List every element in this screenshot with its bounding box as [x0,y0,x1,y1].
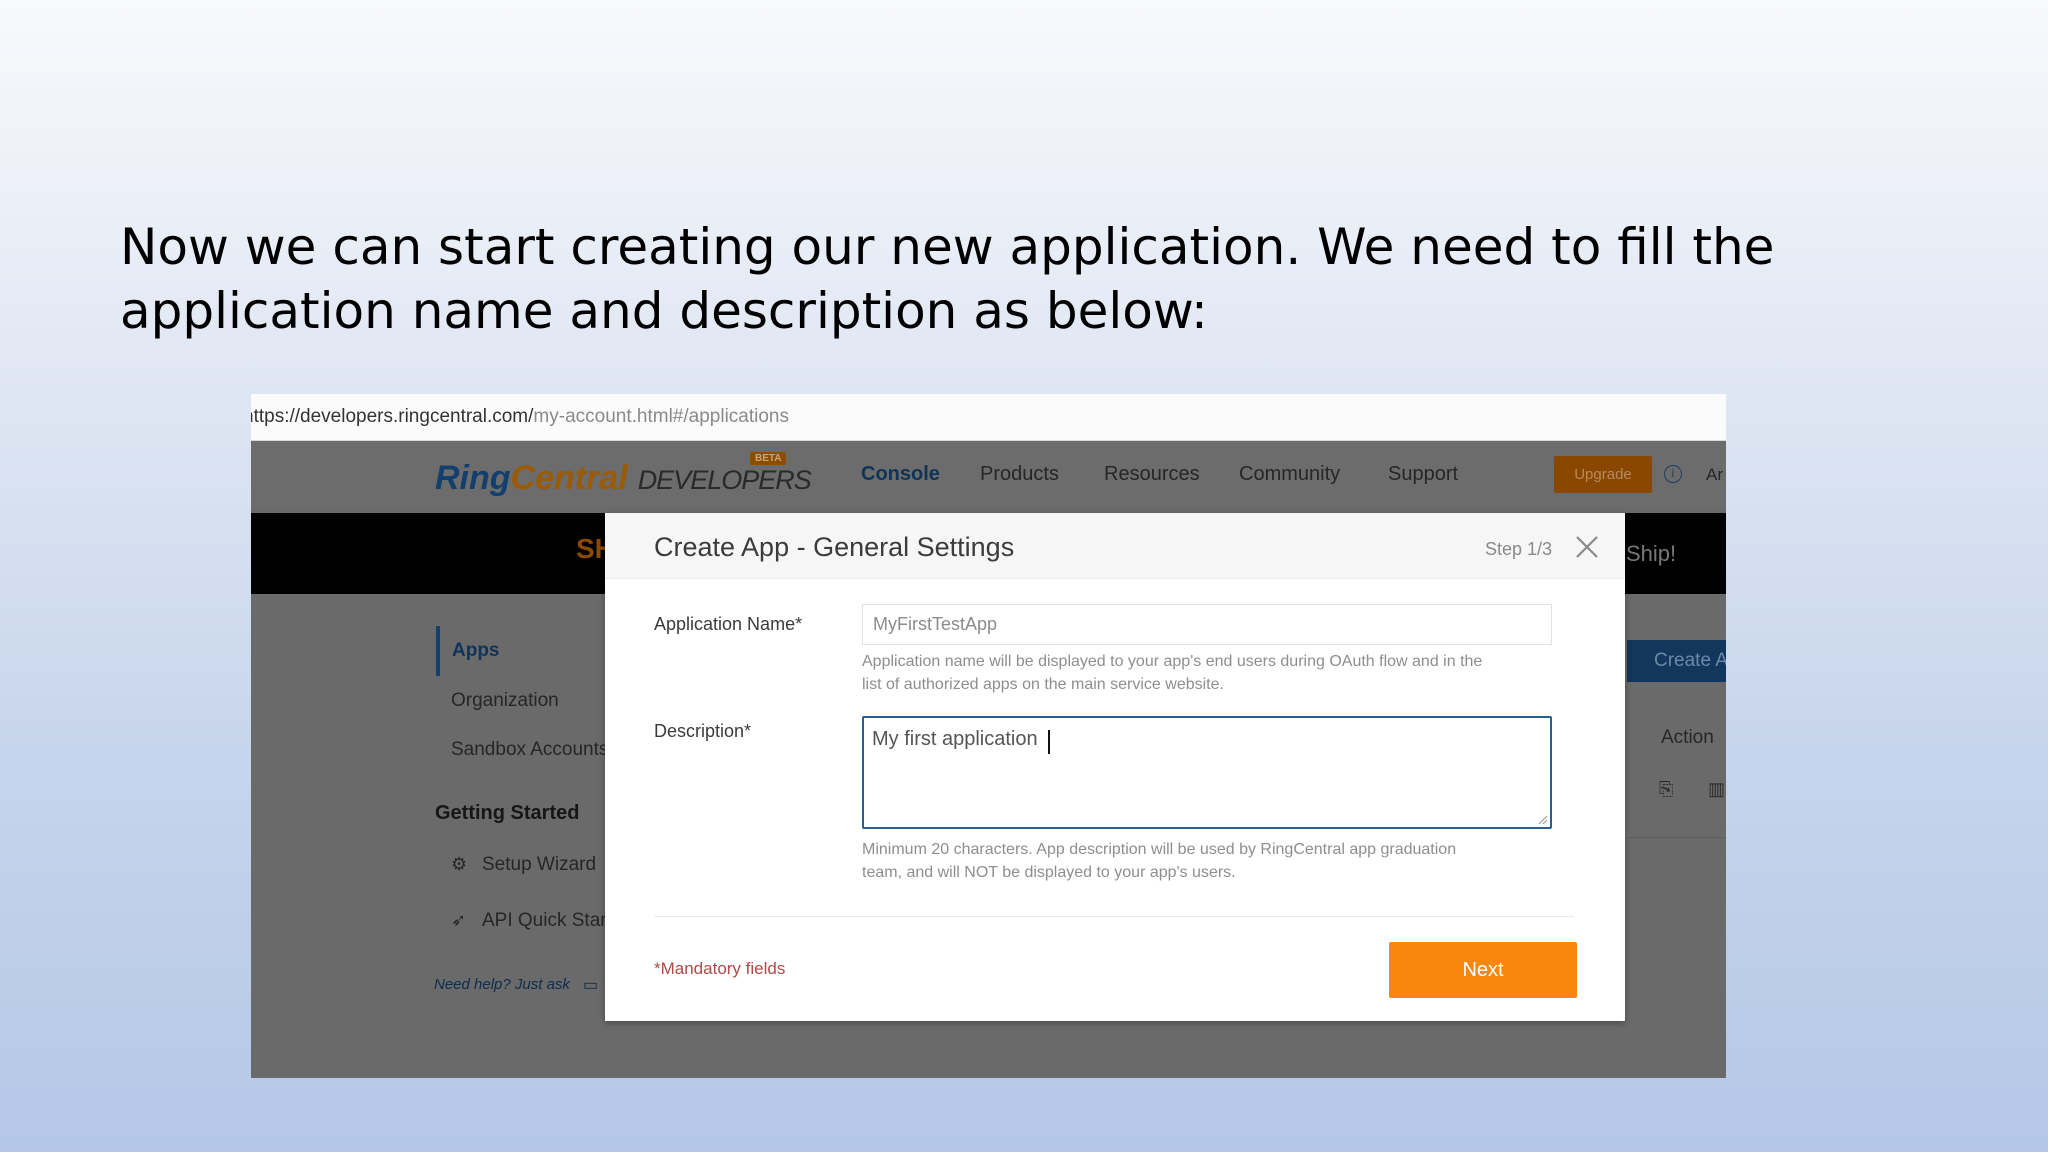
description-label: Description* [654,721,752,741]
mandatory-fields-note: *Mandatory fields [654,959,786,978]
user-menu[interactable]: Ar [1706,465,1723,485]
description-field[interactable]: My first application [862,716,1552,829]
nav-community[interactable]: Community [1239,463,1340,486]
chat-icon[interactable]: ▭ [583,975,598,995]
logo-central: Central [510,459,628,497]
browser-address-bar[interactable]: https://developers.ringcentral.com/my-ac… [251,394,1726,441]
app-name-help-line-1: Application name will be displayed to yo… [862,653,1483,670]
sidebar-guide-setup-wizard[interactable]: Setup Wizard [482,854,596,876]
modal-header: Create App - General Settings Step 1/3 [605,513,1625,579]
step-indicator: Step 1/3 [1485,539,1553,559]
sidebar-item-organization[interactable]: Organization [451,690,559,712]
info-icon[interactable]: i [1664,465,1682,483]
resize-grip-icon[interactable] [1538,815,1548,825]
table-row-divider [1627,837,1726,838]
embedded-screenshot: https://developers.ringcentral.com/my-ac… [251,394,1726,1078]
sidebar-item-apps[interactable]: Apps [452,640,500,662]
app-name-help-line-2: list of authorized apps on the main serv… [862,676,1224,693]
nav-support[interactable]: Support [1388,463,1458,486]
app-name-help: Application name will be displayed to yo… [862,650,1482,696]
nav-console[interactable]: Console [861,463,940,486]
sidebar-active-indicator [436,626,440,676]
action-column-header: Action [1661,727,1714,748]
upgrade-button[interactable]: Upgrade [1554,456,1652,493]
top-navbar: RingCentral DEVELOPERS BETA Console Produ… [251,441,1726,507]
trash-icon[interactable]: ▥ [1708,779,1725,800]
slide-instruction-line-1: Now we can start creating our new applic… [120,218,1775,276]
description-textarea[interactable]: My first application [864,718,1550,827]
next-button[interactable]: Next [1389,942,1577,998]
description-help: Minimum 20 characters. App description w… [862,838,1456,884]
nav-resources[interactable]: Resources [1104,463,1200,486]
sidebar-item-sandbox-accounts[interactable]: Sandbox Accounts [451,739,608,761]
help-text[interactable]: Need help? Just ask [434,976,570,993]
close-icon[interactable] [1573,533,1601,561]
slide-instruction-line-2: application name and description as belo… [120,282,1208,340]
nav-products[interactable]: Products [980,463,1059,486]
rocket-icon: ➶ [451,910,467,930]
text-cursor [1048,730,1050,754]
slide-instructions: Now we can start creating our new applic… [120,215,1920,343]
sidebar-section-title: Getting Started [435,802,580,824]
modal-divider [654,916,1574,917]
url-host: https://developers.ringcentral.com/ [251,406,534,427]
create-app-modal: Create App - General Settings Step 1/3 A… [605,513,1625,1021]
app-name-label: Application Name* [654,614,803,634]
modal-title: Create App - General Settings [654,532,1015,562]
app-name-input[interactable] [862,604,1552,645]
logo-ring: Ring [435,459,511,497]
description-help-line-2: team, and will NOT be displayed to your … [862,864,1236,881]
description-help-line-1: Minimum 20 characters. App description w… [862,841,1457,858]
sidebar-guide-api-quick-start[interactable]: API Quick Start [482,910,612,932]
wizard-icon: ⚙ [451,854,468,874]
banner-right-text: Ship! [1626,541,1677,566]
logo-developers: DEVELOPERS [637,465,812,495]
beta-badge: BETA [750,452,787,465]
url-path: my-account.html#/applications [533,406,789,427]
copy-icon[interactable]: ⎘ [1659,779,1673,800]
create-app-button[interactable]: Create App [1627,640,1726,682]
